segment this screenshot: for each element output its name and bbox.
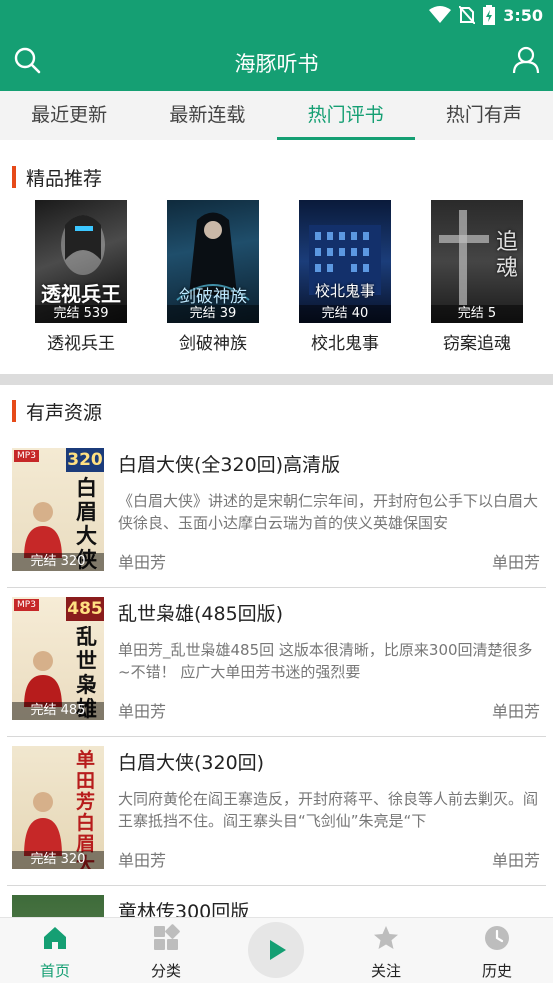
cover-title: 透视兵王 <box>41 282 121 306</box>
featured-item[interactable]: 剑破神族 完结 39 剑破神族 <box>165 200 261 354</box>
status-bar: 3:50 <box>0 0 553 30</box>
featured-list: 透视兵王 完结 539 透视兵王 剑破神族 完结 39 剑破神族 校北鬼事 完结… <box>0 200 553 360</box>
list-item[interactable]: 童林传300回版 <box>0 887 553 917</box>
home-icon <box>44 927 66 949</box>
book-name: 透视兵王 <box>47 334 115 354</box>
battery-icon <box>483 5 496 25</box>
book-cover: 校北鬼事 完结 40 <box>299 200 391 323</box>
category-icon <box>154 924 180 950</box>
book-author: 单田芳 <box>118 702 167 721</box>
cover-title: 剑破神族 <box>179 287 247 307</box>
section-divider <box>0 374 553 385</box>
cover-title: 校北鬼事 <box>314 282 375 300</box>
mp3-tag: MP3 <box>14 450 39 462</box>
category-tabs: 最近更新 最新连载 热门评书 热门有声 <box>0 91 553 140</box>
no-sim-icon <box>459 6 476 24</box>
book-name: 剑破神族 <box>179 334 247 354</box>
book-author: 单田芳 <box>118 553 167 572</box>
user-icon <box>512 46 540 74</box>
book-title: 白眉大侠(全320回)高清版 <box>118 454 341 476</box>
tab-recent-updates[interactable]: 最近更新 <box>0 91 138 140</box>
book-name: 窃案追魂 <box>443 334 511 354</box>
book-badge: 完结 539 <box>35 305 127 323</box>
tab-popular-audio[interactable]: 热门有声 <box>415 91 553 140</box>
book-cover: MP3 320 白眉大侠 完结 320 <box>12 448 104 571</box>
book-title: 白眉大侠(320回) <box>118 752 265 774</box>
narrator-photo-icon <box>24 502 62 558</box>
book-cover: 追魂 完结 5 <box>431 200 523 323</box>
nav-history[interactable]: 历史 <box>462 924 532 981</box>
app-bar: 海豚听书 <box>0 30 553 91</box>
row-divider <box>7 587 546 588</box>
star-icon <box>374 926 398 949</box>
book-badge: 完结 40 <box>299 305 391 323</box>
profile-button[interactable] <box>511 45 541 75</box>
book-badge: 完结 320 <box>12 553 104 571</box>
book-cover: MP3 485 乱世枭雄 完结 485 <box>12 597 104 720</box>
play-icon <box>270 940 286 960</box>
nav-follow-label: 关注 <box>370 962 401 980</box>
book-badge: 完结 320 <box>12 851 104 869</box>
featured-section-title: 精品推荐 <box>26 167 103 190</box>
cover-number: 320 <box>66 448 104 472</box>
book-badge: 完结 39 <box>167 305 259 323</box>
book-cover: 透视兵王 完结 539 <box>35 200 127 323</box>
cover-title: 追魂 <box>495 230 518 281</box>
list-item[interactable]: MP3 320 白眉大侠 完结 320 白眉大侠(全320回)高清版 《白眉大侠… <box>0 440 553 588</box>
book-description: 单田芳_乱世枭雄485回 这版本很清晰，比原来300回清楚很多~不错！ 应广大单… <box>118 641 533 681</box>
nav-home-label: 首页 <box>39 962 70 980</box>
nav-category[interactable]: 分类 <box>131 924 201 981</box>
book-narrator: 单田芳 <box>491 851 540 870</box>
list-item[interactable]: 单田芳白眉大侠 完结 320 白眉大侠(320回) 大同府黄伦在阎王寨造反，开封… <box>0 738 553 886</box>
nav-category-label: 分类 <box>150 962 181 980</box>
book-narrator: 单田芳 <box>491 553 540 572</box>
narrator-photo-icon <box>24 792 62 856</box>
mp3-tag: MP3 <box>14 599 39 611</box>
book-title: 乱世枭雄(485回版) <box>118 603 284 625</box>
book-narrator: 单田芳 <box>491 702 540 721</box>
featured-section-header: 精品推荐 <box>12 165 103 190</box>
book-author: 单田芳 <box>118 851 167 870</box>
book-cover <box>12 895 104 917</box>
history-icon <box>485 926 509 950</box>
featured-item[interactable]: 校北鬼事 完结 40 校北鬼事 <box>297 200 393 354</box>
nav-home[interactable]: 首页 <box>20 924 90 981</box>
featured-item[interactable]: 透视兵王 完结 539 透视兵王 <box>33 200 129 354</box>
section-accent-bar <box>12 166 16 188</box>
list-item[interactable]: MP3 485 乱世枭雄 完结 485 乱世枭雄(485回版) 单田芳_乱世枭雄… <box>0 589 553 737</box>
tab-popular-storytelling[interactable]: 热门评书 <box>276 91 416 140</box>
status-time: 3:50 <box>503 5 543 25</box>
audio-section-header: 有声资源 <box>12 399 103 424</box>
row-divider <box>7 885 546 886</box>
audio-section-title: 有声资源 <box>26 401 103 424</box>
nav-history-label: 历史 <box>481 962 512 980</box>
nav-follow[interactable]: 关注 <box>351 924 421 981</box>
book-name: 校北鬼事 <box>311 334 379 354</box>
cover-number: 485 <box>66 597 104 621</box>
book-cover: 剑破神族 完结 39 <box>167 200 259 323</box>
book-title: 童林传300回版 <box>118 901 250 917</box>
section-accent-bar <box>12 400 16 422</box>
featured-item[interactable]: 追魂 完结 5 窃案追魂 <box>429 200 525 354</box>
bottom-nav: 首页 分类 关注 历史 <box>0 917 553 983</box>
row-divider <box>7 736 546 737</box>
app-title: 海豚听书 <box>234 52 319 76</box>
book-badge: 完结 485 <box>12 702 104 720</box>
wifi-icon <box>429 6 452 23</box>
book-badge: 完结 5 <box>431 305 523 323</box>
book-description: 大同府黄伦在阎王寨造反，开封府蒋平、徐良等人前去剿灭。阎王寨抵挡不住。阎王寨头目… <box>118 790 539 830</box>
play-button[interactable] <box>248 922 304 978</box>
book-cover: 单田芳白眉大侠 完结 320 <box>12 746 104 869</box>
book-description: 《白眉大侠》讲述的是宋朝仁宗年间，开封府包公手下以白眉大侠徐良、玉面小达摩白云瑞… <box>118 492 539 532</box>
narrator-photo-icon <box>24 651 62 707</box>
tab-latest-serial[interactable]: 最新连载 <box>138 91 276 140</box>
